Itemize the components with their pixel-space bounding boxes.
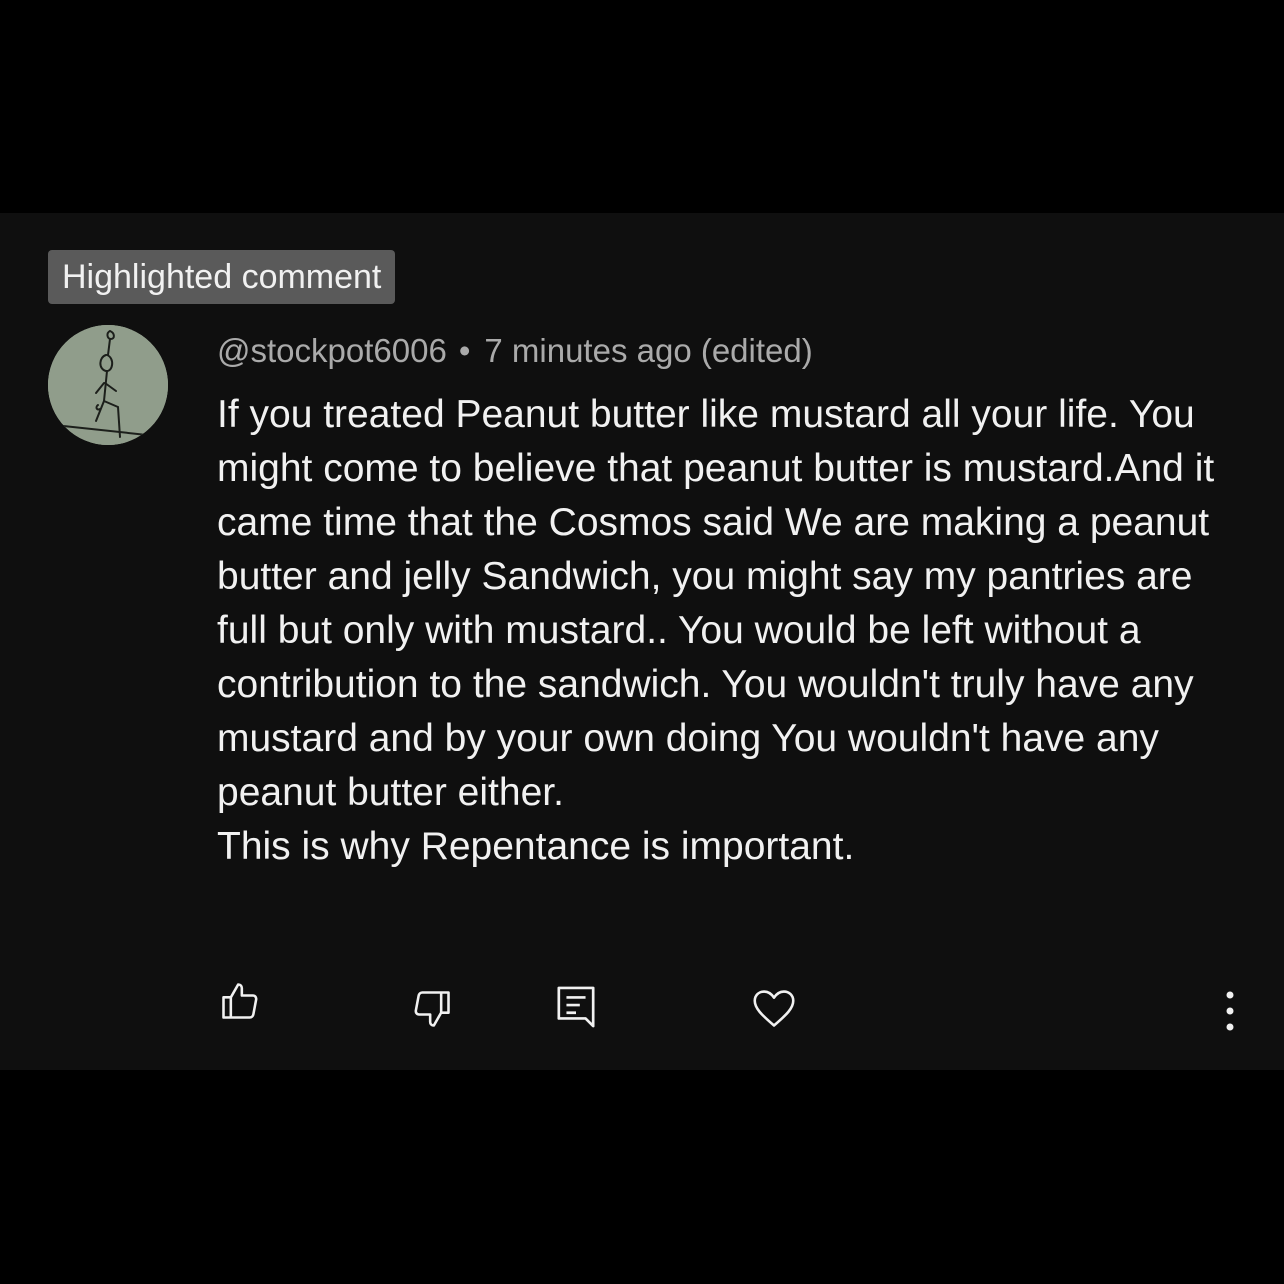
- reply-icon: [557, 986, 595, 1028]
- heart-button[interactable]: [746, 981, 802, 1037]
- thumbs-down-icon: [414, 991, 450, 1027]
- page: Highlighted comment @stockpot6006 • 7 mi…: [0, 0, 1284, 1284]
- meta-separator: •: [458, 332, 471, 369]
- avatar[interactable]: [48, 325, 168, 445]
- username[interactable]: @stockpot6006: [217, 332, 447, 369]
- thumbs-up-icon: [222, 983, 258, 1019]
- comment-body: If you treated Peanut butter like mustar…: [217, 388, 1247, 874]
- more-vertical-icon: [1226, 991, 1234, 1031]
- comment-actions: [0, 973, 1284, 1033]
- stick-figure-drawing: [48, 325, 168, 445]
- highlighted-comment-badge: Highlighted comment: [48, 250, 396, 304]
- like-button[interactable]: [212, 973, 268, 1029]
- comment-paragraph: If you treated Peanut butter like mustar…: [217, 393, 1215, 814]
- more-options-button[interactable]: [1202, 983, 1258, 1039]
- timestamp[interactable]: 7 minutes ago (edited): [484, 332, 812, 369]
- heart-icon: [753, 990, 795, 1027]
- comment-meta: @stockpot6006 • 7 minutes ago (edited): [217, 331, 813, 371]
- comment-paragraph: This is why Repentance is important.: [217, 825, 855, 868]
- dislike-button[interactable]: [404, 981, 460, 1037]
- comment-card: Highlighted comment @stockpot6006 • 7 mi…: [0, 213, 1284, 1070]
- reply-button[interactable]: [548, 979, 604, 1035]
